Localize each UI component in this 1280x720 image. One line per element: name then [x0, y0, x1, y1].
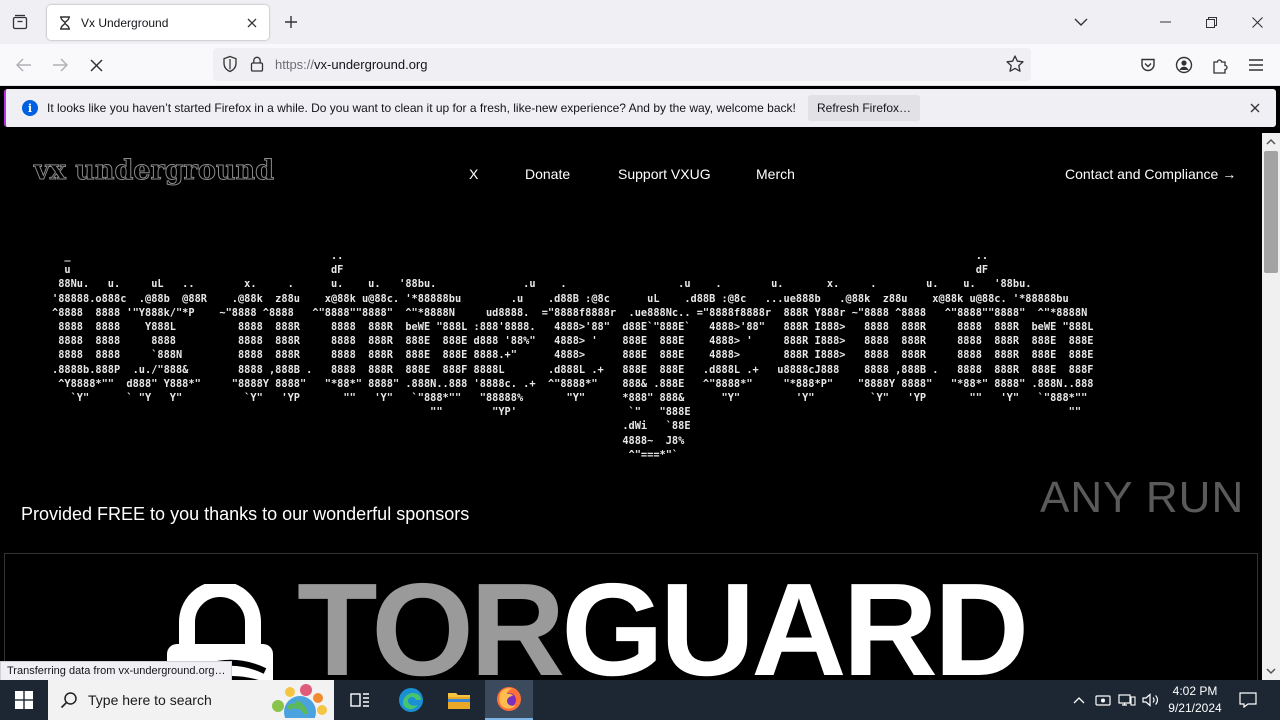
- shield-icon[interactable]: [221, 55, 239, 73]
- notifications-icon[interactable]: [1234, 680, 1262, 720]
- search-placeholder: Type here to search: [88, 692, 212, 708]
- taskbar-search-box[interactable]: Type here to search: [48, 680, 334, 720]
- stop-icon[interactable]: [82, 51, 110, 79]
- edge-icon[interactable]: [387, 680, 435, 720]
- close-window-icon[interactable]: [1234, 0, 1280, 44]
- file-explorer-icon[interactable]: [435, 680, 483, 720]
- menu-icon[interactable]: [1242, 51, 1270, 79]
- nav-link-contact[interactable]: Contact and Compliance →: [1065, 166, 1236, 182]
- meet-now-icon[interactable]: [1093, 680, 1113, 720]
- loading-hourglass-icon: [57, 15, 73, 31]
- search-highlight-illustration-icon: [272, 684, 327, 718]
- nav-link-merch[interactable]: Merch: [756, 166, 795, 182]
- torguard-tor: TOR: [297, 556, 565, 681]
- bookmark-star-icon[interactable]: [1005, 54, 1025, 74]
- extensions-icon[interactable]: [1206, 51, 1234, 79]
- notification-text: It looks like you haven’t started Firefo…: [47, 101, 796, 115]
- pocket-icon[interactable]: [1134, 51, 1162, 79]
- restore-icon[interactable]: [1188, 0, 1234, 44]
- tab-vx-underground[interactable]: Vx Underground: [47, 5, 269, 40]
- scroll-down-icon[interactable]: [1266, 666, 1276, 676]
- page-scrollbar[interactable]: [1262, 133, 1280, 680]
- refresh-firefox-button[interactable]: Refresh Firefox…: [808, 95, 920, 121]
- forward-icon[interactable]: [46, 51, 74, 79]
- taskbar-clock[interactable]: 4:02 PM 9/21/2024: [1160, 683, 1230, 717]
- close-notification-icon[interactable]: [1246, 99, 1264, 117]
- taskbar: Type here to search 4:02 PM 9/21/2024: [0, 680, 1280, 720]
- task-view-icon[interactable]: [336, 680, 384, 720]
- lock-icon[interactable]: [248, 55, 266, 73]
- nav-link-support[interactable]: Support VXUG: [618, 166, 711, 182]
- url-scheme: https://: [275, 57, 315, 72]
- tray-chevron-up-icon[interactable]: [1068, 680, 1090, 720]
- sponsor-heading: Provided FREE to you thanks to our wonde…: [21, 504, 470, 524]
- nav-link-x[interactable]: X: [469, 166, 478, 182]
- status-bar: Transferring data from vx-underground.or…: [0, 661, 233, 681]
- close-tab-icon[interactable]: [241, 12, 263, 34]
- torguard-guard: GUARD: [561, 556, 1029, 681]
- url-bar[interactable]: https://vx-underground.org: [213, 48, 1031, 81]
- clock-date: 9/21/2024: [1168, 701, 1222, 715]
- back-icon[interactable]: [10, 51, 38, 79]
- volume-icon[interactable]: [1140, 680, 1162, 720]
- tab-strip: Vx Underground: [0, 0, 1280, 44]
- url-host: vx-underground.org: [314, 57, 428, 72]
- scroll-up-icon[interactable]: [1266, 137, 1276, 147]
- site-logo[interactable]: vx underground: [34, 155, 275, 187]
- clock-time: 4:02 PM: [1172, 684, 1218, 698]
- torguard-wordmark: TORGUARD: [297, 564, 1029, 681]
- windows-start-icon[interactable]: [0, 680, 48, 720]
- account-icon[interactable]: [1170, 51, 1198, 79]
- tab-title: Vx Underground: [81, 15, 169, 30]
- scroll-thumb[interactable]: [1264, 151, 1278, 273]
- ascii-art-banner: _ .. .. u dF dF 88Nu. u. uL .. x. . u. u…: [52, 250, 1094, 461]
- url-text[interactable]: https://vx-underground.org: [275, 57, 428, 72]
- network-icon[interactable]: [1116, 680, 1138, 720]
- chevron-down-icon[interactable]: [1058, 0, 1104, 44]
- search-icon: [60, 692, 77, 709]
- tab-list-icon[interactable]: [6, 8, 34, 36]
- anyrun-watermark: ANY RUN: [1040, 473, 1245, 522]
- nav-bar: https://vx-underground.org: [0, 44, 1280, 86]
- new-tab-icon[interactable]: [278, 9, 304, 35]
- web-page: vx underground X Donate Support VXUG Mer…: [0, 133, 1262, 680]
- nav-link-donate[interactable]: Donate: [525, 166, 570, 182]
- firefox-icon[interactable]: [485, 680, 533, 720]
- refresh-firefox-notification: i It looks like you haven’t started Fire…: [4, 89, 1276, 127]
- minimize-icon[interactable]: [1142, 0, 1188, 44]
- info-icon: i: [22, 100, 38, 116]
